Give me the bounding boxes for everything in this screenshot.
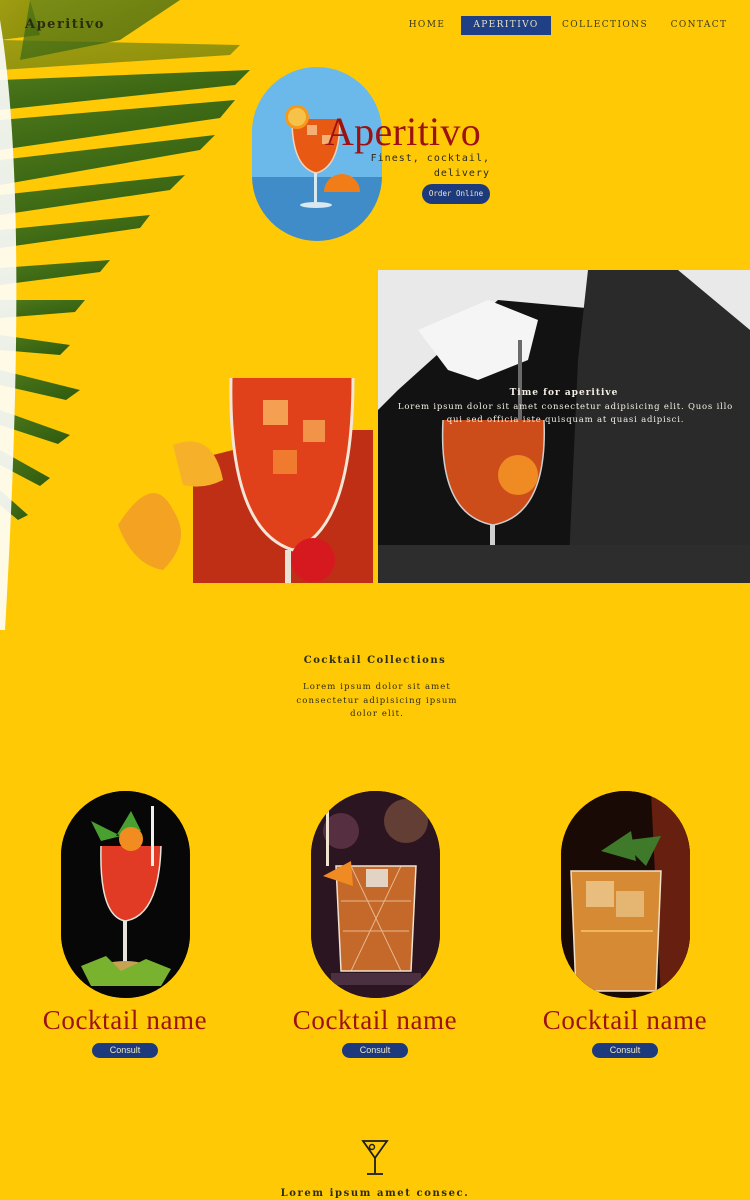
footer-text: Lorem ipsum amet consec.: [280, 1188, 470, 1199]
hero-subtitle-line-1: Finest, cocktail,: [370, 153, 490, 164]
consult-button-2[interactable]: Consult: [342, 1043, 408, 1058]
cocktail-card-image-2: [311, 791, 440, 998]
cocktail-glass-icon: [361, 1140, 389, 1175]
nav-contact[interactable]: CONTACT: [666, 16, 732, 35]
brand-logo[interactable]: Aperitivo: [25, 17, 105, 32]
consult-button-1[interactable]: Consult: [92, 1043, 158, 1058]
nav-collections[interactable]: COLLECTIONS: [560, 16, 650, 35]
banner-body: Lorem ipsum dolor sit amet consectetur a…: [397, 402, 734, 425]
collections-title: Cocktail Collections: [303, 655, 447, 666]
nav-home[interactable]: HOME: [404, 16, 450, 35]
hero-subtitle: Finest, cocktail, delivery: [360, 151, 490, 181]
cocktail-card-name-2: Cocktail name: [292, 1005, 458, 1035]
banner-title: Time for aperitive: [509, 388, 619, 398]
hero-title: Aperitivo: [325, 109, 482, 154]
collections-description: Lorem ipsum dolor sit amet consectetur a…: [296, 682, 458, 719]
nav-aperitivo[interactable]: APERITIVO: [461, 16, 551, 35]
banner-spritz-image: [118, 377, 373, 583]
hero-subtitle-line-2: delivery: [433, 168, 490, 179]
order-online-button[interactable]: Order Online: [422, 184, 490, 204]
consult-button-3[interactable]: Consult: [592, 1043, 658, 1058]
cocktail-card-image-1: [61, 791, 190, 998]
header-bar: Aperitivo HOME APERITIVO COLLECTIONS CON…: [0, 0, 750, 52]
cocktail-card-name-1: Cocktail name: [42, 1005, 208, 1035]
cocktail-card-name-3: Cocktail name: [542, 1005, 708, 1035]
cocktail-card-image-3: [561, 791, 690, 998]
